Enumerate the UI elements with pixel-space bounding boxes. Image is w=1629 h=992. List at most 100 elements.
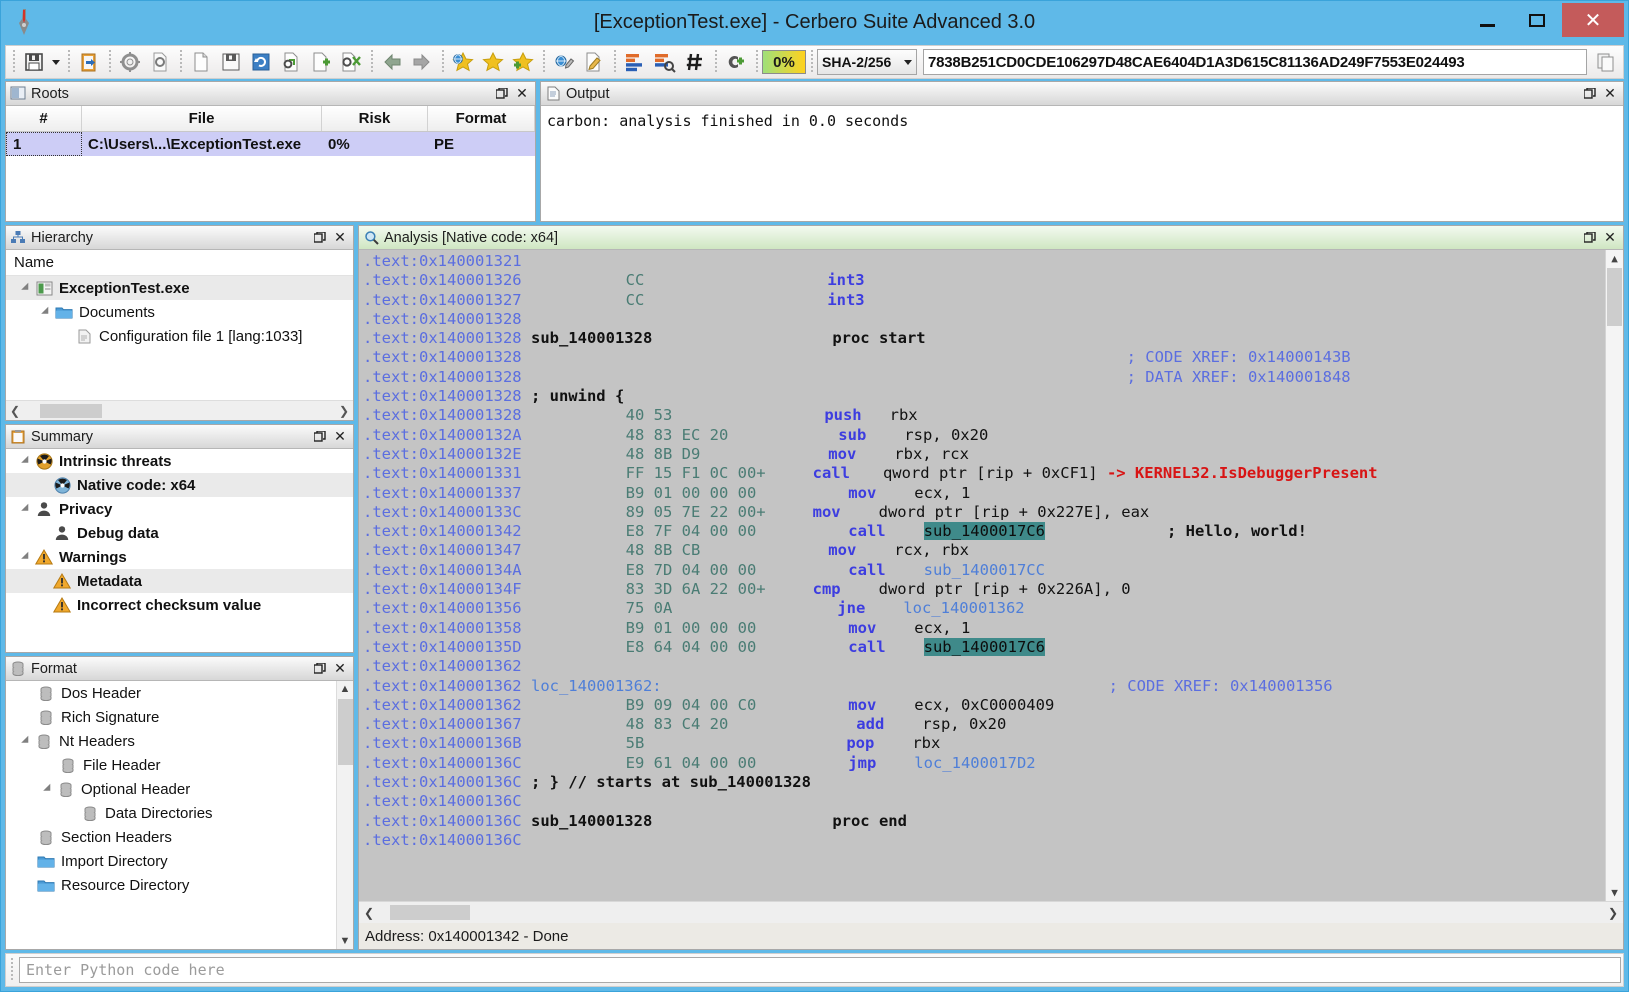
layout-view-button[interactable] — [620, 48, 650, 76]
summary-item-native-code[interactable]: Native code: x64 — [6, 473, 353, 497]
disasm-line[interactable]: .text:0x14000136C ; } // starts at sub_1… — [363, 773, 1623, 792]
disasm-line[interactable]: .text:0x140001328 ; CODE XREF: 0x14000143… — [363, 348, 1623, 367]
disasm-line[interactable]: .text:0x140001362 B9 09 04 00 C0 mov ecx, 0… — [363, 696, 1623, 715]
format-item-file-header[interactable]: File Header — [6, 753, 353, 777]
expand-arrow-icon[interactable] — [18, 504, 34, 514]
scroll-up-icon[interactable]: ▲ — [1606, 250, 1623, 267]
roots-column-format[interactable]: Format — [428, 106, 535, 131]
scroll-thumb[interactable] — [1607, 268, 1622, 326]
format-item-section-headers[interactable]: Section Headers — [6, 825, 353, 849]
scroll-thumb[interactable] — [337, 699, 353, 765]
disasm-highlighted-symbol[interactable]: sub_1400017C6 — [923, 637, 1045, 656]
add-plugin-button[interactable] — [721, 48, 751, 76]
disasm-line[interactable]: .text:0x14000134A E8 7D 04 00 00 call sub_1… — [363, 561, 1623, 580]
disasm-xref[interactable]: ; DATA XREF: 0x140001848 — [1127, 368, 1351, 386]
scroll-right-icon[interactable]: ❯ — [337, 404, 351, 418]
format-float-button[interactable] — [310, 659, 330, 679]
format-item-rich-signature[interactable]: Rich Signature — [6, 705, 353, 729]
disasm-line[interactable]: .text:0x140001362 — [363, 657, 1623, 676]
disasm-line[interactable]: .text:0x140001328 ; DATA XREF: 0x14000184… — [363, 368, 1623, 387]
paste-button[interactable] — [74, 48, 104, 76]
edit-note-button[interactable] — [579, 48, 609, 76]
disasm-proc-label[interactable]: sub_140001328 — [531, 329, 652, 347]
expand-arrow-icon[interactable] — [38, 307, 54, 317]
hierarchy-column-name[interactable]: Name — [6, 250, 353, 276]
disasm-proc-label[interactable]: sub_140001328 — [531, 812, 652, 830]
analysis-close-button[interactable]: ✕ — [1600, 228, 1620, 248]
summary-item-metadata[interactable]: Metadata — [6, 569, 353, 593]
disasm-line[interactable]: .text:0x14000136C E9 61 04 00 00 jmp loc_14… — [363, 754, 1623, 773]
disasm-location-label[interactable]: loc_140001362: — [531, 677, 662, 695]
expand-arrow-icon[interactable] — [18, 552, 34, 562]
layout-search-button[interactable] — [650, 48, 680, 76]
annotate-button[interactable] — [549, 48, 579, 76]
format-item-nt-headers[interactable]: Nt Headers — [6, 729, 353, 753]
settings-button[interactable] — [115, 48, 145, 76]
close-button[interactable]: ✕ — [1562, 3, 1624, 37]
analysis-hscrollbar[interactable]: ❮ ❯ — [359, 901, 1623, 923]
expand-arrow-icon[interactable] — [18, 283, 34, 293]
roots-float-button[interactable] — [492, 84, 512, 104]
output-close-button[interactable]: ✕ — [1600, 84, 1620, 104]
scroll-left-icon[interactable]: ❮ — [8, 404, 22, 418]
format-item-data-directories[interactable]: Data Directories — [6, 801, 353, 825]
disasm-line[interactable]: .text:0x14000133C 89 05 7E 22 00+ mov dword… — [363, 503, 1623, 522]
disasm-line[interactable]: .text:0x14000136C — [363, 831, 1623, 850]
hierarchy-hscrollbar[interactable]: ❮ ❯ — [6, 400, 353, 420]
scroll-right-icon[interactable]: ❯ — [1606, 906, 1620, 920]
tree-item-documents[interactable]: Documents — [6, 300, 353, 324]
hash-algorithm-select[interactable]: SHA-2/256 — [817, 49, 917, 75]
roots-column-num[interactable]: # — [6, 106, 82, 131]
disasm-line[interactable]: .text:0x140001367 48 83 C4 20 add rsp, 0x20 — [363, 715, 1623, 734]
back-button[interactable] — [377, 48, 407, 76]
disasm-symbol[interactable]: loc_140001362 — [903, 599, 1024, 617]
refresh-document-button[interactable] — [246, 48, 276, 76]
format-item-optional-header[interactable]: Optional Header — [6, 777, 353, 801]
disasm-line[interactable]: .text:0x140001347 48 8B CB mov rcx, rbx — [363, 541, 1623, 560]
inspect-button[interactable] — [276, 48, 306, 76]
disasm-line[interactable]: .text:0x140001328 ; unwind { — [363, 387, 1623, 406]
summary-item-privacy[interactable]: Privacy — [6, 497, 353, 521]
scroll-thumb[interactable] — [390, 905, 470, 920]
scroll-down-icon[interactable]: ▼ — [1606, 884, 1623, 901]
disasm-line[interactable]: .text:0x140001356 75 0A jne loc_140001362 — [363, 599, 1623, 618]
summary-item-warnings[interactable]: Warnings — [6, 545, 353, 569]
bookmark-globe-button[interactable] — [448, 48, 478, 76]
forward-button[interactable] — [407, 48, 437, 76]
roots-close-button[interactable]: ✕ — [512, 84, 532, 104]
maximize-button[interactable] — [1512, 4, 1562, 36]
disasm-line[interactable]: .text:0x140001326 CC int3 — [363, 271, 1623, 290]
minimize-button[interactable] — [1462, 4, 1512, 36]
disasm-highlighted-symbol[interactable]: sub_1400017C6 — [923, 522, 1045, 541]
hierarchy-close-button[interactable]: ✕ — [330, 228, 350, 248]
disasm-line[interactable]: .text:0x140001342 E8 7F 04 00 00 call sub_1… — [363, 522, 1623, 541]
format-item-dos-header[interactable]: Dos Header — [6, 681, 353, 705]
scroll-thumb[interactable] — [40, 403, 102, 418]
disasm-xref[interactable]: ; CODE XREF: 0x140001356 — [1109, 677, 1333, 695]
expand-arrow-icon[interactable] — [18, 456, 34, 466]
save-document-button[interactable] — [216, 48, 246, 76]
disassembly-view[interactable]: .text:0x140001321 .text:0x140001326 CC int… — [359, 250, 1623, 901]
disasm-line[interactable]: .text:0x14000132E 48 8B D9 mov rbx, rcx — [363, 445, 1623, 464]
new-document-button[interactable] — [186, 48, 216, 76]
analysis-vscrollbar[interactable]: ▲ ▼ — [1605, 250, 1623, 901]
format-close-button[interactable]: ✕ — [330, 659, 350, 679]
summary-item-incorrect-checksum[interactable]: Incorrect checksum value — [6, 593, 353, 617]
format-item-resource-directory[interactable]: Resource Directory — [6, 873, 353, 897]
scroll-left-icon[interactable]: ❮ — [362, 906, 376, 920]
add-bookmark-button[interactable] — [508, 48, 538, 76]
disasm-line[interactable]: .text:0x14000136C — [363, 792, 1623, 811]
format-vscrollbar[interactable]: ▲ ▼ — [336, 681, 353, 949]
disasm-line[interactable]: .text:0x14000136B 5B pop rbx — [363, 734, 1623, 753]
hash-button[interactable] — [680, 48, 710, 76]
disasm-symbol[interactable]: sub_1400017CC — [924, 561, 1045, 579]
disasm-line[interactable]: .text:0x14000136C sub_140001328 proc end — [363, 812, 1623, 831]
disasm-line[interactable]: .text:0x140001327 CC int3 — [363, 291, 1623, 310]
summary-item-debug-data[interactable]: Debug data — [6, 521, 353, 545]
disasm-api-reference[interactable]: -> KERNEL32.IsDebuggerPresent — [1107, 464, 1378, 482]
format-item-import-directory[interactable]: Import Directory — [6, 849, 353, 873]
hash-value-input[interactable]: 7838B251CD0CDE106297D48CAE6404D1A3D615C8… — [923, 49, 1587, 75]
table-row[interactable]: 1 C:\Users\...\ExceptionTest.exe 0% PE — [6, 132, 535, 156]
disasm-line[interactable]: .text:0x140001321 — [363, 252, 1623, 271]
disasm-line[interactable]: .text:0x140001358 B9 01 00 00 00 mov ecx, 1 — [363, 619, 1623, 638]
